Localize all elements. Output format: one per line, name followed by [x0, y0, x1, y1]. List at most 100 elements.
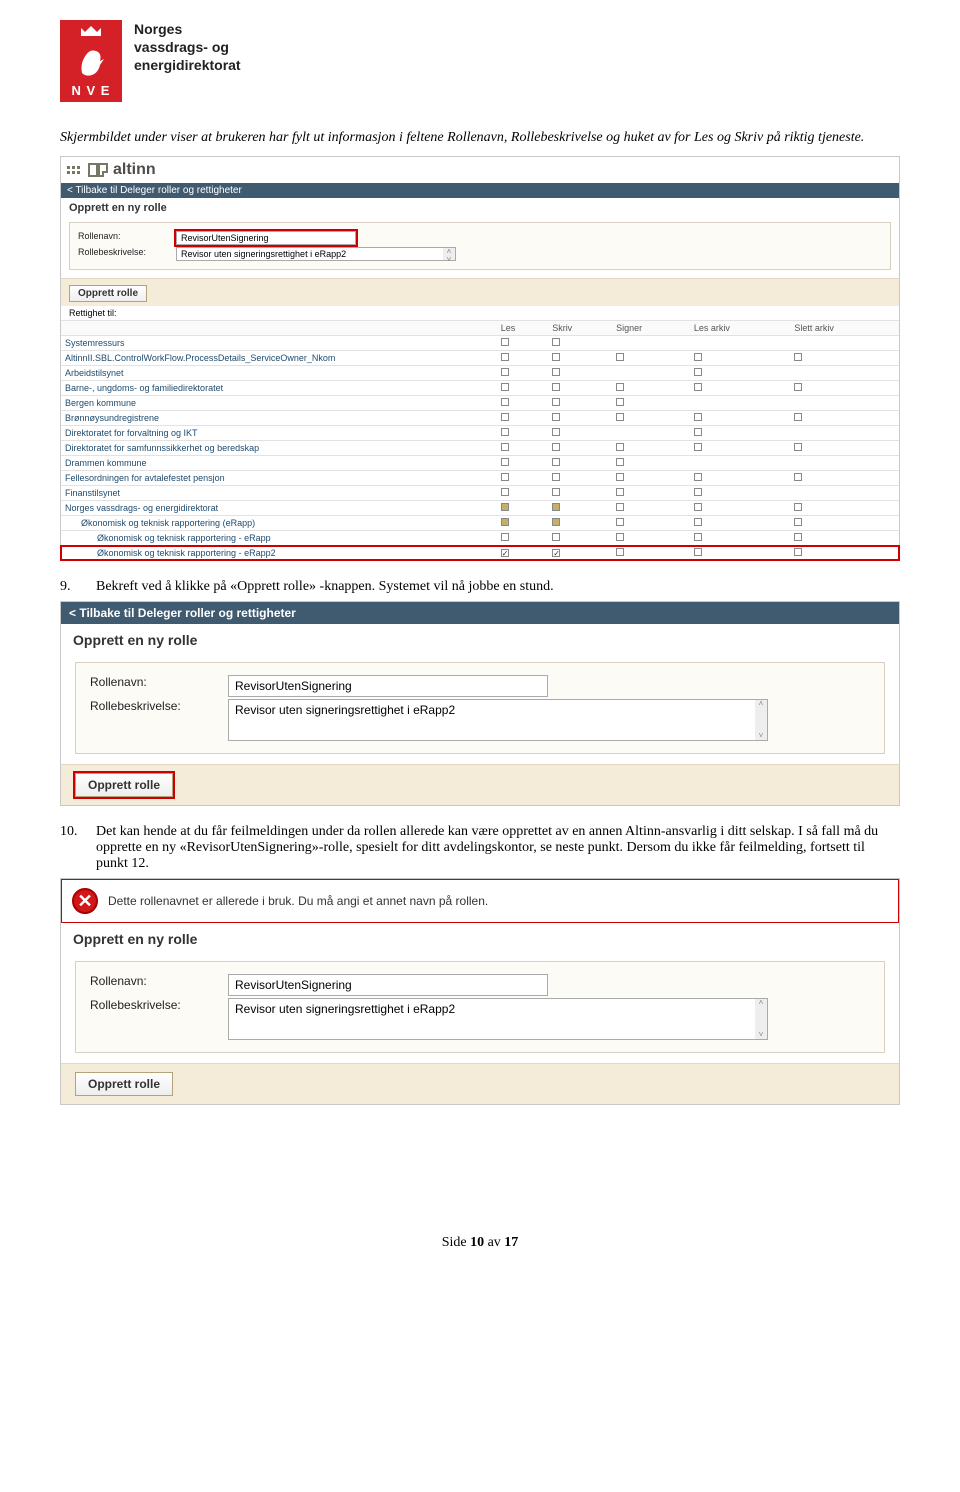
checkbox[interactable] [694, 488, 702, 496]
error-text: Dette rollenavnet er allerede i bruk. Du… [108, 894, 488, 908]
table-row: Økonomisk og teknisk rapportering - eRap… [61, 531, 899, 546]
back-link[interactable]: < Tilbake til Deleger roller og rettighe… [61, 183, 899, 198]
checkbox[interactable] [552, 428, 560, 436]
checkbox[interactable] [694, 533, 702, 541]
checkbox[interactable] [794, 383, 802, 391]
altinn-dots-icon [67, 166, 83, 174]
checkbox[interactable] [552, 473, 560, 481]
rollenavn-input[interactable]: RevisorUtenSignering [228, 675, 548, 697]
checkbox[interactable] [552, 488, 560, 496]
checkbox[interactable] [694, 443, 702, 451]
section-title: Opprett en ny rolle [61, 198, 899, 218]
scroll-buttons-icon[interactable]: ˄˅ [755, 999, 767, 1039]
checkbox[interactable] [501, 473, 509, 481]
checkbox[interactable] [794, 548, 802, 556]
row-name: Finanstilsynet [61, 486, 497, 501]
checkbox[interactable] [552, 338, 560, 346]
checkbox[interactable] [616, 473, 624, 481]
checkbox[interactable] [552, 458, 560, 466]
checkbox[interactable] [694, 503, 702, 511]
checkbox[interactable] [694, 413, 702, 421]
checkbox[interactable] [501, 368, 509, 376]
checkbox[interactable] [501, 488, 509, 496]
row-name: Økonomisk og teknisk rapportering - eRap… [61, 531, 497, 546]
rollebesk-textarea[interactable]: Revisor uten signeringsrettighet i eRapp… [228, 998, 768, 1040]
checkbox[interactable] [794, 503, 802, 511]
checkbox[interactable] [616, 383, 624, 391]
checkbox[interactable] [552, 443, 560, 451]
checkbox[interactable] [794, 443, 802, 451]
opprett-rolle-button[interactable]: Opprett rolle [69, 285, 147, 302]
checkbox[interactable] [501, 549, 509, 557]
checkbox[interactable] [694, 368, 702, 376]
checkbox[interactable] [794, 353, 802, 361]
checkbox[interactable] [616, 548, 624, 556]
checkbox[interactable] [552, 398, 560, 406]
opprett-rolle-button[interactable]: Opprett rolle [75, 1072, 173, 1096]
checkbox[interactable] [501, 398, 509, 406]
checkbox[interactable] [552, 368, 560, 376]
checkbox[interactable] [616, 503, 624, 511]
checkbox[interactable] [694, 428, 702, 436]
checkbox[interactable] [694, 353, 702, 361]
checkbox[interactable] [501, 518, 509, 526]
checkbox[interactable] [616, 443, 624, 451]
checkbox[interactable] [794, 518, 802, 526]
button-row: Opprett rolle [61, 278, 899, 306]
checkbox[interactable] [501, 503, 509, 511]
checkbox[interactable] [616, 458, 624, 466]
opprett-rolle-button[interactable]: Opprett rolle [75, 773, 173, 797]
checkbox[interactable] [552, 503, 560, 511]
checkbox[interactable] [616, 398, 624, 406]
checkbox[interactable] [552, 533, 560, 541]
checkbox[interactable] [794, 473, 802, 481]
table-row: Systemressurs [61, 336, 899, 351]
row-name: Direktoratet for forvaltning og IKT [61, 426, 497, 441]
checkbox[interactable] [616, 413, 624, 421]
rollebesk-textarea[interactable]: Revisor uten signeringsrettighet i eRapp… [176, 247, 456, 261]
checkbox[interactable] [616, 353, 624, 361]
button-row: Opprett rolle [61, 764, 899, 805]
scroll-buttons-icon[interactable]: ˄˅ [755, 700, 767, 740]
rollenavn-input[interactable]: RevisorUtenSignering [176, 231, 356, 245]
checkbox[interactable] [694, 548, 702, 556]
checkbox[interactable] [501, 338, 509, 346]
back-link[interactable]: < Tilbake til Deleger roller og rettighe… [61, 602, 899, 624]
col-lesarkiv: Les arkiv [690, 321, 791, 336]
rollenavn-input[interactable]: RevisorUtenSignering [228, 974, 548, 996]
scroll-buttons-icon[interactable]: ˄˅ [443, 248, 455, 260]
form-box: Rollenavn: RevisorUtenSignering Rollebes… [75, 662, 885, 754]
checkbox[interactable] [552, 383, 560, 391]
checkbox[interactable] [552, 549, 560, 557]
form-box: Rollenavn: RevisorUtenSignering Rollebes… [69, 222, 891, 270]
checkbox[interactable] [501, 428, 509, 436]
checkbox[interactable] [501, 458, 509, 466]
checkbox[interactable] [552, 353, 560, 361]
checkbox[interactable] [552, 518, 560, 526]
rollenavn-row: Rollenavn: RevisorUtenSignering [90, 974, 870, 996]
rollebesk-textarea[interactable]: Revisor uten signeringsrettighet i eRapp… [228, 699, 768, 741]
section-title: Opprett en ny rolle [61, 624, 899, 656]
checkbox[interactable] [616, 488, 624, 496]
rollebesk-row: Rollebeskrivelse: Revisor uten signering… [78, 247, 882, 261]
checkbox[interactable] [501, 443, 509, 451]
checkbox[interactable] [501, 533, 509, 541]
rollenavn-label: Rollenavn: [78, 231, 168, 241]
checkbox[interactable] [501, 353, 509, 361]
checkbox[interactable] [616, 518, 624, 526]
checkbox[interactable] [694, 518, 702, 526]
screenshot-figure-2: < Tilbake til Deleger roller og rettighe… [60, 601, 900, 806]
table-row: Barne-, ungdoms- og familiedirektoratet [61, 381, 899, 396]
checkbox[interactable] [616, 533, 624, 541]
rollebesk-row: Rollebeskrivelse: Revisor uten signering… [90, 998, 870, 1040]
checkbox[interactable] [694, 473, 702, 481]
checkbox[interactable] [501, 383, 509, 391]
error-banner: ✕ Dette rollenavnet er allerede i bruk. … [61, 879, 899, 923]
checkbox[interactable] [694, 383, 702, 391]
checkbox[interactable] [794, 413, 802, 421]
checkbox[interactable] [501, 413, 509, 421]
checkbox[interactable] [552, 413, 560, 421]
checkbox[interactable] [794, 533, 802, 541]
lion-icon [76, 43, 106, 79]
row-name: Arbeidstilsynet [61, 366, 497, 381]
